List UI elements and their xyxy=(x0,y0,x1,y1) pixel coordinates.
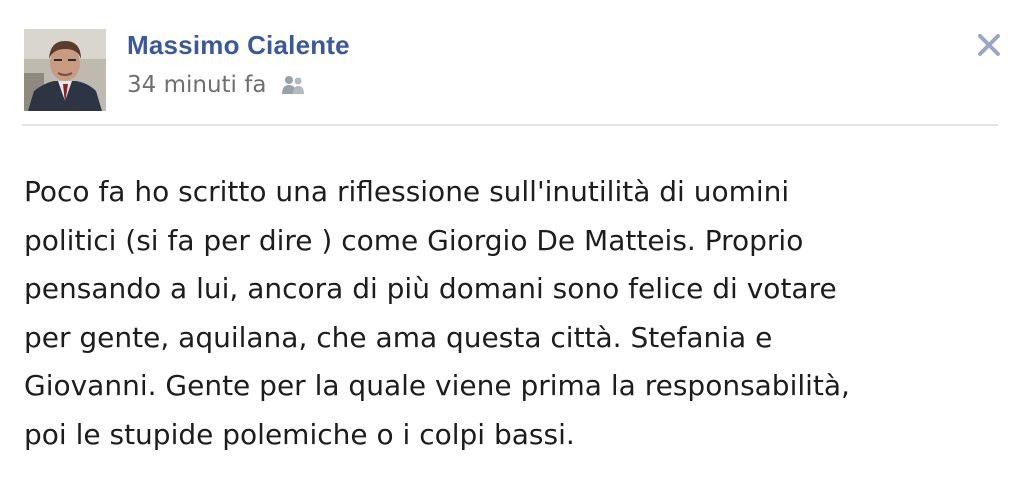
close-icon xyxy=(978,34,1000,56)
facebook-post: Massimo Cialente 34 minuti fa Poco fa ho… xyxy=(0,0,1024,484)
author-avatar[interactable] xyxy=(24,29,106,111)
profile-photo-icon xyxy=(24,29,106,111)
post-body-text: Poco fa ho scritto una riflessione sull'… xyxy=(24,175,850,451)
post-meta: 34 minuti fa xyxy=(127,68,306,102)
header-divider xyxy=(22,124,998,126)
friends-audience-icon[interactable] xyxy=(280,74,306,96)
author-name-link[interactable]: Massimo Cialente xyxy=(127,28,350,62)
close-button[interactable] xyxy=(974,30,1004,60)
post-timestamp[interactable]: 34 minuti fa xyxy=(127,72,266,98)
